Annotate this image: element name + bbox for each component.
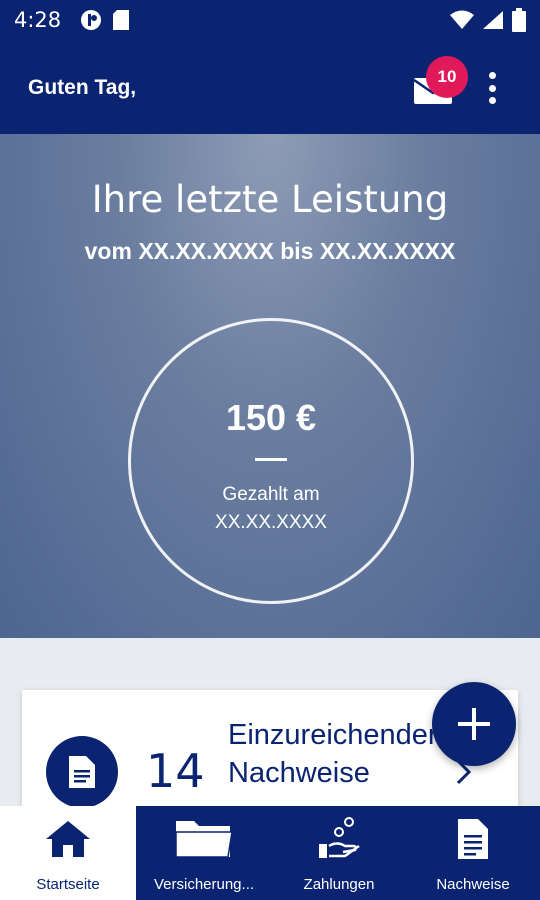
bottom-navigation: Startseite Versicherung... Zahlungen Nac… <box>0 806 540 900</box>
add-button[interactable] <box>432 682 516 766</box>
notification-badge: 10 <box>426 56 468 98</box>
status-time: 4:28 <box>14 8 62 32</box>
more-dot-icon <box>488 72 496 79</box>
wifi-icon <box>450 10 474 35</box>
status-bar: 4:28 <box>0 0 540 42</box>
home-icon <box>46 821 90 857</box>
document-icon <box>69 756 95 788</box>
signal-icon <box>482 10 504 35</box>
document-badge <box>46 736 118 808</box>
paid-date: XX.XX.XXXX <box>215 512 327 533</box>
nav-label: Nachweise <box>436 876 510 893</box>
amount-circle: 150 € Gezahlt am XX.XX.XXXX <box>128 318 414 604</box>
app-bar: Guten Tag, 10 <box>0 42 540 134</box>
amount-divider <box>255 458 287 461</box>
nav-label: Zahlungen <box>303 876 375 893</box>
app-notification-icon <box>80 9 102 36</box>
pending-count: 14 <box>146 744 205 798</box>
paid-label: Gezahlt am <box>222 484 320 505</box>
card-title: Einzureichender Nachweise <box>228 719 438 789</box>
nav-item-startseite[interactable]: Startseite <box>0 806 136 900</box>
hero-period: vom XX.XX.XXXX bis XX.XX.XXXX <box>84 238 456 264</box>
more-dot-icon <box>488 97 496 104</box>
nav-item-versicherung[interactable]: Versicherung... <box>136 806 272 900</box>
folder-icon <box>175 821 233 858</box>
payment-hand-icon <box>319 817 360 858</box>
nav-item-nachweise[interactable]: Nachweise <box>406 806 540 900</box>
nav-label: Versicherung... <box>153 876 255 893</box>
nav-item-zahlungen[interactable]: Zahlungen <box>272 806 406 900</box>
last-benefit-section[interactable]: Ihre letzte Leistung vom XX.XX.XXXX bis … <box>0 134 540 638</box>
more-dot-icon <box>488 84 496 92</box>
hero-title: Ihre letzte Leistung <box>91 178 449 221</box>
document-icon <box>458 819 488 859</box>
sd-card-icon <box>112 9 130 36</box>
greeting-text: Guten Tag, <box>28 76 137 99</box>
plus-icon <box>458 708 490 740</box>
more-options-button[interactable] <box>478 70 506 106</box>
nav-label: Startseite <box>36 876 100 893</box>
battery-icon <box>512 8 526 37</box>
benefit-amount: 150 € <box>225 397 317 438</box>
